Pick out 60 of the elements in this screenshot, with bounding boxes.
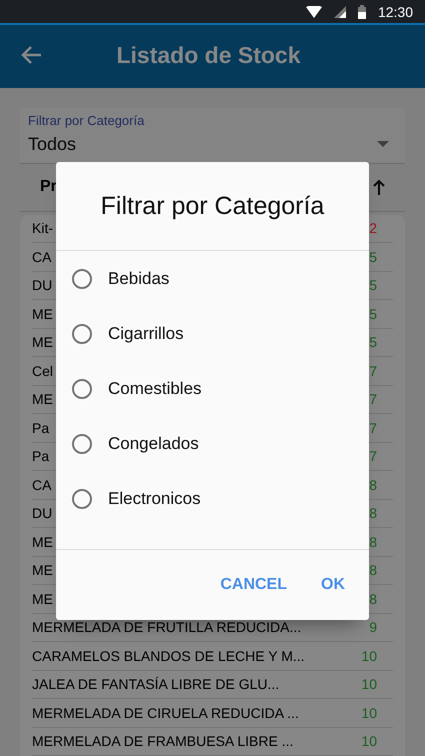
radio-button[interactable] [72,378,92,398]
product-name: JALEA DE FANTASÍA LIBRE DE GLU... [32,676,280,692]
back-arrow-icon[interactable] [20,45,42,66]
column-header[interactable]: Pr [40,178,57,196]
radio-button[interactable] [72,324,92,344]
category-option[interactable]: Congelados [56,416,369,471]
stock-count: 8 [369,590,377,607]
product-name: ME [32,391,53,408]
category-option[interactable]: Comestibles [56,361,369,416]
product-name: Kit- [32,220,53,236]
signal-icon [334,6,346,18]
category-option[interactable]: Cigarrillos [56,306,369,361]
product-name: ME [32,562,53,578]
dialog-title: Filtrar por Categoría [56,162,369,251]
product-name: DU [32,505,52,522]
dropdown-caret-icon [377,141,389,147]
radio-button[interactable] [72,488,92,508]
product-name: MERMELADA DE FRAMBUESA LIBRE ... [32,733,294,750]
stock-count: 8 [369,534,377,550]
product-name: MERMELADA DE FRUTILLA REDUCIDA... [32,619,302,636]
sort-up-arrow-icon[interactable] [373,179,385,195]
stock-count: 10 [361,676,377,692]
stock-count: 5 [369,248,377,265]
product-name: MERMELADA DE CIRUELA REDUCIDA ... [32,704,299,721]
product-name: ME [32,334,53,350]
stock-count: 8 [369,562,377,578]
product-name: DU [32,277,52,294]
battery-icon [358,4,366,19]
product-name: ME [32,590,53,607]
product-name: Pa [32,448,50,464]
screen-title: Listado de Stock [115,42,302,69]
stock-count: 10 [361,648,377,664]
stock-count: 2 [369,220,377,236]
stock-count: 7 [369,362,377,379]
product-name: CA [32,248,52,265]
product-name: ME [32,306,53,322]
product-name: Pa [32,420,50,436]
stock-count: 7 [369,391,377,408]
stock-count: 10 [361,733,377,750]
wifi-icon [306,6,322,18]
category-option[interactable]: Electronicos [56,471,369,526]
product-name: CA [32,476,52,493]
stock-count: 10 [361,704,377,721]
category-dropdown[interactable]: Filtrar por Categoría Todos [20,108,405,164]
dropdown-value: Todos [28,134,76,154]
category-option[interactable]: Bebidas [56,251,369,306]
stock-count: 8 [369,476,377,493]
stock-count: 9 [369,619,377,636]
stock-count: 7 [369,448,377,464]
stock-count: 5 [369,277,377,294]
radio-button[interactable] [72,434,92,454]
radio-button[interactable] [72,268,92,288]
product-name: Cel [32,362,54,379]
stock-count: 8 [369,505,377,522]
stock-count: 5 [369,306,377,322]
product-name: CARAMELOS BLANDOS DE LECHE Y M... [32,648,305,664]
product-name: ME [32,534,53,550]
stock-count: 5 [369,334,377,350]
status-time: 12:30 [378,4,413,20]
stock-count: 7 [369,420,377,436]
